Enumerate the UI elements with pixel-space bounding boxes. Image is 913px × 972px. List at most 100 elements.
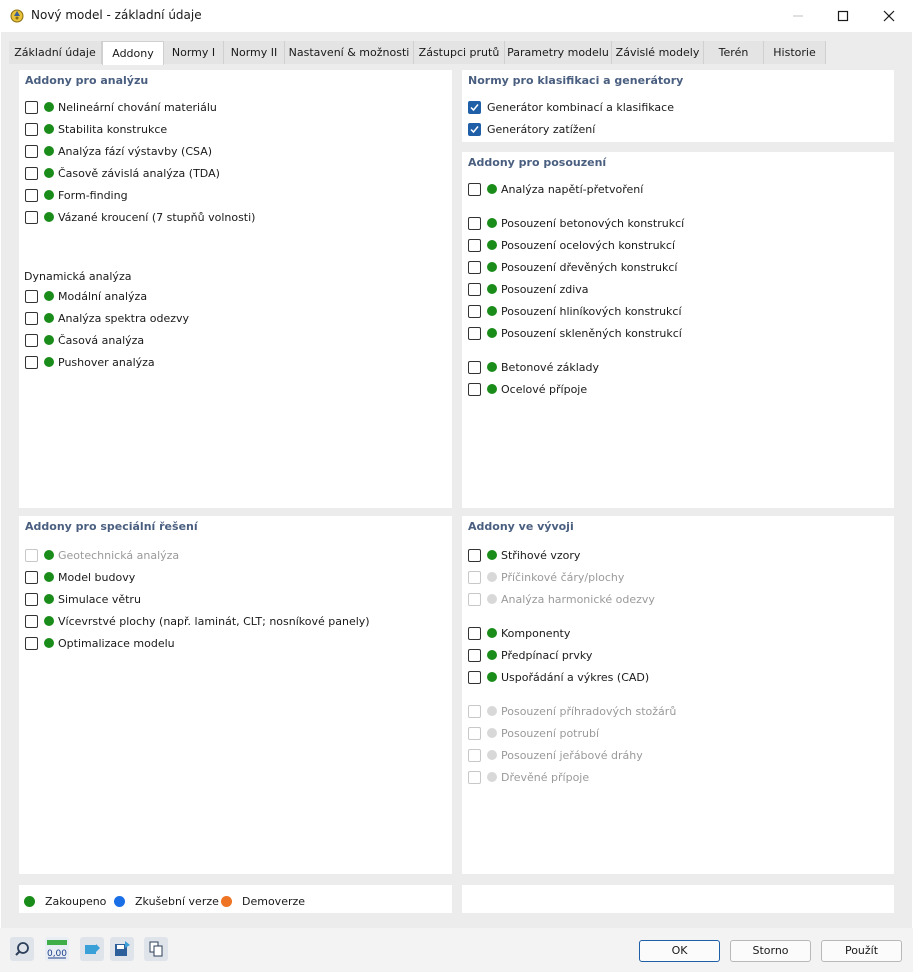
checkbox[interactable]: [25, 333, 38, 347]
addon-prestressing[interactable]: Předpínací prvky: [468, 646, 592, 664]
tab-terrain[interactable]: Terén: [704, 41, 764, 64]
addon-lattice-towers: Posouzení příhradových stožárů: [468, 702, 676, 720]
addon-form-finding[interactable]: Form-finding: [25, 186, 128, 204]
combination-generator-option[interactable]: Generátor kombinací a klasifikace: [468, 98, 674, 116]
addon-modal-analysis[interactable]: Modální analýza: [25, 287, 147, 305]
development-addons-title: Addony ve vývoji: [468, 520, 574, 533]
checkbox-checked[interactable]: [468, 122, 481, 136]
close-button[interactable]: [866, 0, 912, 32]
purchased-dot-icon: [44, 146, 54, 156]
addon-cutting-patterns[interactable]: Střihové vzory: [468, 546, 580, 564]
checkbox[interactable]: [468, 304, 481, 318]
checkbox[interactable]: [25, 614, 38, 628]
addon-glass-design[interactable]: Posouzení skleněných konstrukcí: [468, 324, 682, 342]
purchased-dot-icon: [487, 328, 497, 338]
addon-time-history[interactable]: Časová analýza: [25, 331, 144, 349]
units-decimals-button[interactable]: 0,00: [45, 937, 69, 961]
load-generators-option[interactable]: Generátory zatížení: [468, 120, 595, 138]
purchased-dot-icon: [487, 218, 497, 228]
tab-member-representatives[interactable]: Zástupci prutů: [414, 41, 505, 64]
addon-response-spectrum[interactable]: Analýza spektra odezvy: [25, 309, 189, 327]
title-bar: Nový model - základní údaje: [0, 0, 913, 32]
addon-concrete-foundations[interactable]: Betonové základy: [468, 358, 599, 376]
cancel-button[interactable]: Storno: [730, 940, 811, 962]
checkbox[interactable]: [468, 326, 481, 340]
addon-time-dependent[interactable]: Časově závislá analýza (TDA): [25, 164, 220, 182]
checkbox[interactable]: [468, 360, 481, 374]
checkbox[interactable]: [468, 282, 481, 296]
checkbox[interactable]: [25, 570, 38, 584]
folder-open-icon: [85, 944, 100, 954]
special-solutions-title: Addony pro speciální řešení: [25, 520, 198, 533]
addon-label: Posouzení zdiva: [501, 282, 589, 296]
addon-wind-simulation[interactable]: Simulace větru: [25, 590, 141, 608]
minimize-button[interactable]: [775, 0, 821, 32]
tab-model-parameters[interactable]: Parametry modelu: [505, 41, 612, 64]
checkbox[interactable]: [468, 670, 481, 684]
checkbox[interactable]: [468, 626, 481, 640]
checkbox-checked[interactable]: [468, 100, 481, 114]
maximize-button[interactable]: [820, 0, 866, 32]
addon-label: Form-finding: [58, 188, 128, 202]
checkbox[interactable]: [468, 238, 481, 252]
checkbox[interactable]: [468, 548, 481, 562]
addon-building-model[interactable]: Model budovy: [25, 568, 135, 586]
checkbox-disabled: [468, 570, 481, 584]
tab-history[interactable]: Historie: [764, 41, 826, 64]
checkbox[interactable]: [468, 382, 481, 396]
addon-multilayer-surfaces[interactable]: Vícevrstvé plochy (např. laminát, CLT; n…: [25, 612, 370, 630]
addon-steel-joints[interactable]: Ocelové přípoje: [468, 380, 587, 398]
addon-aluminum-design[interactable]: Posouzení hliníkových konstrukcí: [468, 302, 682, 320]
addon-label: Posouzení dřevěných konstrukcí: [501, 260, 678, 274]
help-button[interactable]: [10, 937, 34, 961]
addon-nonlinear-material[interactable]: Nelineární chování materiálu: [25, 98, 217, 116]
minimize-icon: [793, 15, 803, 17]
addon-model-optimization[interactable]: Optimalizace modelu: [25, 634, 175, 652]
purchased-dot-icon: [44, 335, 54, 345]
checkbox[interactable]: [25, 100, 38, 114]
checkbox[interactable]: [25, 166, 38, 180]
addon-warping-torsion[interactable]: Vázané kroucení (7 stupňů volnosti): [25, 208, 255, 226]
checkbox[interactable]: [468, 260, 481, 274]
addon-masonry-design[interactable]: Posouzení zdiva: [468, 280, 589, 298]
checkbox[interactable]: [25, 289, 38, 303]
checkbox[interactable]: [25, 636, 38, 650]
addon-label: Pushover analýza: [58, 355, 155, 369]
copy-button[interactable]: [144, 937, 168, 961]
addon-label: Časově závislá analýza (TDA): [58, 166, 220, 180]
addon-drawing-cad[interactable]: Uspořádání a výkres (CAD): [468, 668, 649, 686]
checkbox[interactable]: [25, 188, 38, 202]
ok-button[interactable]: OK: [639, 940, 720, 962]
tab-settings-options[interactable]: Nastavení & možnosti: [285, 41, 414, 64]
load-settings-button[interactable]: [80, 937, 104, 961]
checkbox[interactable]: [468, 182, 481, 196]
tab-dependent-models[interactable]: Závislé modely: [612, 41, 704, 64]
checkbox[interactable]: [468, 648, 481, 662]
checkbox[interactable]: [468, 216, 481, 230]
close-icon: [883, 10, 895, 22]
tab-basic-data[interactable]: Základní údaje: [9, 41, 102, 64]
addon-construction-stages[interactable]: Analýza fází výstavby (CSA): [25, 142, 212, 160]
checkbox[interactable]: [25, 144, 38, 158]
checkbox[interactable]: [25, 355, 38, 369]
checkbox[interactable]: [25, 311, 38, 325]
unavailable-dot-icon: [487, 728, 497, 738]
addon-components[interactable]: Komponenty: [468, 624, 570, 642]
checkbox[interactable]: [25, 210, 38, 224]
checkbox-disabled: [468, 592, 481, 606]
save-settings-button[interactable]: [110, 937, 134, 961]
addon-concrete-design[interactable]: Posouzení betonových konstrukcí: [468, 214, 684, 232]
addon-structure-stability[interactable]: Stabilita konstrukce: [25, 120, 167, 138]
checkbox[interactable]: [25, 592, 38, 606]
checkbox[interactable]: [25, 122, 38, 136]
tab-standards-2[interactable]: Normy II: [224, 41, 285, 64]
addon-steel-design[interactable]: Posouzení ocelových konstrukcí: [468, 236, 675, 254]
addon-timber-design[interactable]: Posouzení dřevěných konstrukcí: [468, 258, 677, 276]
apply-button[interactable]: Použít: [821, 940, 902, 962]
tab-standards-1[interactable]: Normy I: [164, 41, 224, 64]
tab-addons[interactable]: Addony: [102, 41, 164, 65]
addon-stress-strain[interactable]: Analýza napětí-přetvoření: [468, 180, 643, 198]
addon-pushover[interactable]: Pushover analýza: [25, 353, 155, 371]
purchased-dot-icon: [44, 594, 54, 604]
checkmark-icon: [470, 103, 479, 111]
